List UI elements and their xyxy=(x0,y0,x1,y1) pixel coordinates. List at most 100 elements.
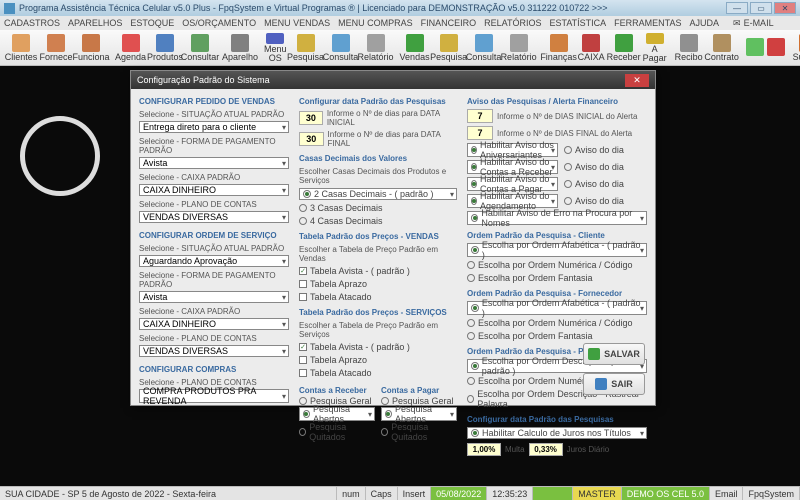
label: Informe o Nº de dias para DATA INICIAL xyxy=(327,109,457,127)
toolbar-button[interactable]: CAIXA xyxy=(577,32,606,64)
radio-for-alfa[interactable]: Escolha por Ordem Afabética - ( padrão ) xyxy=(467,301,647,315)
toolbar-button[interactable]: Recibo xyxy=(674,32,704,64)
maximize-button[interactable]: ▭ xyxy=(750,2,772,14)
status-fpq[interactable]: FpqSystem xyxy=(743,487,800,500)
close-button[interactable]: ✕ xyxy=(774,2,796,14)
radio-3casas[interactable]: 3 Casas Decimais xyxy=(299,203,457,213)
radio-rec-quitados[interactable]: Pesquisa Quitados xyxy=(299,422,375,442)
group-ordem-cliente: Ordem Padrão da Pesquisa - Cliente xyxy=(467,231,647,240)
radio-cli-num[interactable]: Escolha por Ordem Numérica / Código xyxy=(467,260,647,270)
toolbar-button[interactable]: Produtos xyxy=(148,32,182,64)
toolbar-icon xyxy=(475,34,493,52)
select-pagamento-vendas[interactable]: Avista xyxy=(139,157,289,169)
toolbar-button[interactable]: A Pagar xyxy=(642,32,668,64)
menu-item[interactable]: MENU VENDAS xyxy=(264,18,330,28)
check-atacado-vendas[interactable]: Tabela Atacado xyxy=(299,292,457,302)
toolbar-button[interactable]: Consulta xyxy=(467,32,501,64)
menu-item[interactable]: ESTOQUE xyxy=(130,18,174,28)
toolbar-button[interactable]: Menu OS xyxy=(263,32,288,64)
radio-aviso-dia[interactable]: Aviso do dia xyxy=(564,143,647,157)
input-alerta-inicial[interactable]: 7 xyxy=(467,109,493,123)
toolbar-button[interactable] xyxy=(745,32,765,64)
radio-for-num[interactable]: Escolha por Ordem Numérica / Código xyxy=(467,318,647,328)
toolbar-button[interactable]: Vendas xyxy=(399,32,431,64)
toolbar-button[interactable]: Funciona xyxy=(74,32,108,64)
toolbar-button[interactable]: Consulta xyxy=(324,32,358,64)
toolbar-button[interactable]: Clientes xyxy=(4,32,38,64)
exit-button[interactable]: SAIR xyxy=(583,373,645,395)
check-avista-serv[interactable]: ✓Tabela Avista - ( padrão ) xyxy=(299,342,457,352)
toolbar-button[interactable]: Pesquisa xyxy=(432,32,466,64)
toolbar-button[interactable]: Suporte xyxy=(792,32,800,64)
exit-icon xyxy=(595,378,607,390)
toolbar-button[interactable]: Aparelho xyxy=(223,32,257,64)
input-dias-inicial[interactable]: 30 xyxy=(299,111,323,125)
save-button[interactable]: SALVAR xyxy=(583,343,645,365)
toolbar-button[interactable]: Agenda xyxy=(114,32,147,64)
select-caixa-vendas[interactable]: CAIXA DINHEIRO xyxy=(139,184,289,196)
select-pagamento-os[interactable]: Avista xyxy=(139,291,289,303)
input-juros[interactable]: 0,33% xyxy=(529,443,563,456)
label: Juros Diário xyxy=(567,445,610,454)
radio-for-fant[interactable]: Escolha por Ordem Fantasia xyxy=(467,331,647,341)
label: Selecione - PLANO DE CONTAS xyxy=(139,334,289,343)
menu-item[interactable]: CADASTROS xyxy=(4,18,60,28)
menu-item[interactable]: MENU COMPRAS xyxy=(338,18,413,28)
radio-aviso-receber[interactable]: Habilitar Aviso do Contas a Receber xyxy=(467,160,558,174)
select-caixa-os[interactable]: CAIXA DINHEIRO xyxy=(139,318,289,330)
radio-4casas[interactable]: 4 Casas Decimais xyxy=(299,216,457,226)
toolbar-icon xyxy=(713,34,731,52)
radio-pag-quitados[interactable]: Pesquisa Quitados xyxy=(381,422,457,442)
check-aprazo-serv[interactable]: Tabela Aprazo xyxy=(299,355,457,365)
toolbar-button[interactable]: Consultar xyxy=(183,32,217,64)
status-bar: SUA CIDADE - SP 5 de Agosto de 2022 - Se… xyxy=(0,486,800,500)
radio-aviso-aniv[interactable]: Habilitar Aviso dos Aniversariantes xyxy=(467,143,558,157)
radio-pag-abertos[interactable]: Pesquisa Abertos xyxy=(381,407,457,421)
toolbar-button[interactable] xyxy=(766,32,786,64)
input-alerta-final[interactable]: 7 xyxy=(467,126,493,140)
select-situacao-os[interactable]: Aguardando Aprovação xyxy=(139,255,289,267)
group-contas-pagar: Contas a Pagar xyxy=(381,386,457,395)
select-plano-os[interactable]: VENDAS DIVERSAS xyxy=(139,345,289,357)
radio-cli-alfa[interactable]: Escolha por Ordem Afabética - ( padrão ) xyxy=(467,243,647,257)
menu-item[interactable]: FINANCEIRO xyxy=(421,18,477,28)
toolbar-button[interactable]: Pesquisa xyxy=(289,32,323,64)
menu-item[interactable]: APARELHOS xyxy=(68,18,122,28)
radio-aviso-erro[interactable]: Habilitar Aviso de Erro na Procura por N… xyxy=(467,211,647,225)
status-email[interactable]: Email xyxy=(710,487,744,500)
radio-aviso-pagar[interactable]: Habilitar Aviso do Contas a Pagar xyxy=(467,177,558,191)
radio-aviso-dia[interactable]: Aviso do dia xyxy=(564,177,647,191)
radio-rec-abertos[interactable]: Pesquisa Abertos xyxy=(299,407,375,421)
check-aprazo-vendas[interactable]: Tabela Aprazo xyxy=(299,279,457,289)
menu-item[interactable]: FERRAMENTAS xyxy=(614,18,681,28)
minimize-button[interactable]: — xyxy=(726,2,748,14)
label: Selecione - FORMA DE PAGAMENTO PADRÃO xyxy=(139,137,289,155)
radio-juros-hab[interactable]: Habilitar Calculo de Juros nos Títulos xyxy=(467,427,647,439)
toolbar-button[interactable]: Fornece xyxy=(39,32,73,64)
toolbar-button[interactable]: Relatório xyxy=(359,32,393,64)
menu-item[interactable]: OS/ORÇAMENTO xyxy=(182,18,256,28)
toolbar-button[interactable]: Contrato xyxy=(705,32,739,64)
radio-2casas[interactable]: 2 Casas Decimais - ( padrão ) xyxy=(299,188,457,200)
toolbar-button[interactable]: Receber xyxy=(607,32,641,64)
menu-item[interactable]: RELATÓRIOS xyxy=(484,18,541,28)
check-atacado-serv[interactable]: Tabela Atacado xyxy=(299,368,457,378)
email-button[interactable]: ✉ E-MAIL xyxy=(733,18,774,29)
toolbar-icon xyxy=(122,34,140,52)
radio-cli-fant[interactable]: Escolha por Ordem Fantasia xyxy=(467,273,647,283)
radio-aviso-agend[interactable]: Habilitar Aviso do Agendamento xyxy=(467,194,558,208)
status-master: MASTER xyxy=(573,487,622,500)
toolbar-button[interactable]: Relatório xyxy=(502,32,536,64)
menu-item[interactable]: AJUDA xyxy=(690,18,720,28)
select-plano-vendas[interactable]: VENDAS DIVERSAS xyxy=(139,211,289,223)
menu-item[interactable]: ESTATÍSTICA xyxy=(549,18,606,28)
input-multa[interactable]: 1,00% xyxy=(467,443,501,456)
radio-aviso-dia[interactable]: Aviso do dia xyxy=(564,160,647,174)
input-dias-final[interactable]: 30 xyxy=(299,132,324,146)
select-situacao-vendas[interactable]: Entrega direto para o cliente xyxy=(139,121,289,133)
select-plano-compras[interactable]: COMPRA PRODUTOS PRA REVENDA xyxy=(139,389,289,403)
toolbar-button[interactable]: Finanças xyxy=(542,32,576,64)
check-avista-vendas[interactable]: ✓Tabela Avista - ( padrão ) xyxy=(299,266,457,276)
radio-aviso-dia[interactable]: Aviso do dia xyxy=(564,194,647,208)
dialog-close-button[interactable]: ✕ xyxy=(625,74,649,87)
